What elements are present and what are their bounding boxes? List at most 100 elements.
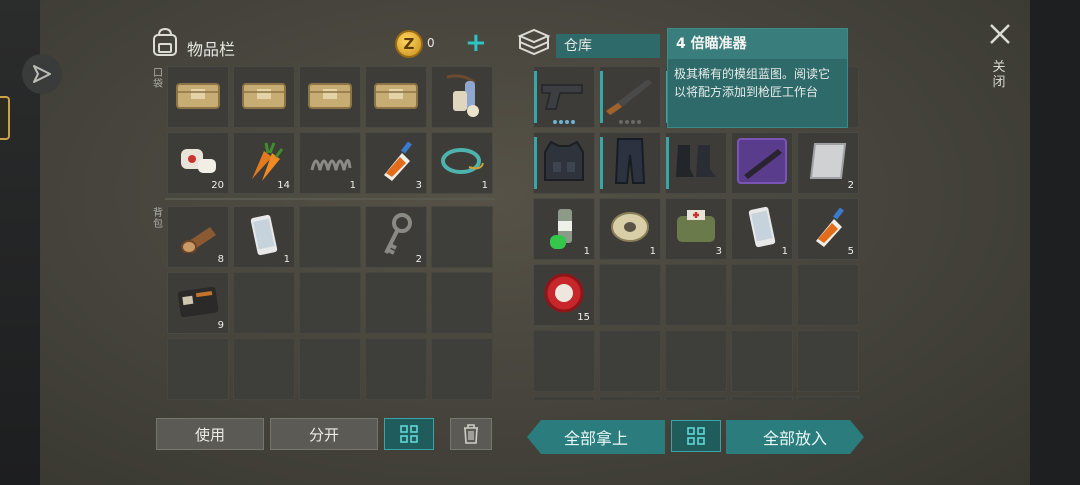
glue-icon bbox=[808, 205, 848, 253]
pocket-slot-first-aid-bandage[interactable]: 20 bbox=[167, 132, 229, 194]
close-label[interactable]: 关闭 bbox=[992, 60, 1006, 90]
pocket-slot-spring[interactable]: 1 bbox=[299, 132, 361, 194]
glue-icon bbox=[376, 139, 416, 187]
add-coins-button[interactable]: + bbox=[465, 28, 487, 58]
spray-can-icon bbox=[546, 203, 582, 255]
backpack-empty-slot[interactable] bbox=[299, 338, 361, 400]
item-count: 2 bbox=[415, 254, 422, 265]
backpack-empty-slot[interactable] bbox=[299, 206, 361, 268]
warehouse-empty-slot[interactable] bbox=[533, 396, 595, 400]
warehouse-slot-glue[interactable]: 5 bbox=[797, 198, 859, 260]
item-count: 5 bbox=[847, 246, 854, 257]
pocket-slot-bandage-roll[interactable] bbox=[431, 66, 493, 128]
warehouse-empty-slot[interactable] bbox=[731, 330, 793, 392]
warehouse-empty-slot[interactable] bbox=[731, 264, 793, 326]
grid-sort-icon bbox=[400, 425, 418, 443]
item-count: 1 bbox=[283, 254, 290, 265]
warehouse-empty-slot[interactable] bbox=[665, 396, 727, 400]
sort-warehouse-button[interactable] bbox=[671, 420, 721, 452]
item-count: 9 bbox=[217, 320, 224, 331]
backpack-empty-slot[interactable] bbox=[233, 338, 295, 400]
warehouse-empty-slot[interactable] bbox=[665, 264, 727, 326]
right-edge-strip bbox=[1030, 0, 1080, 485]
warehouse-empty-slot[interactable] bbox=[533, 330, 595, 392]
share-button[interactable] bbox=[22, 54, 62, 94]
durability-dots bbox=[553, 120, 575, 124]
coin-icon: Z bbox=[395, 30, 423, 58]
delete-button[interactable] bbox=[450, 418, 492, 450]
backpack-empty-slot[interactable] bbox=[431, 272, 493, 334]
backpack-slot-key[interactable]: 2 bbox=[365, 206, 427, 268]
inventory-title: 物品栏 bbox=[187, 40, 236, 59]
bandage-roll-icon bbox=[439, 71, 485, 123]
warehouse-empty-slot[interactable] bbox=[797, 396, 859, 400]
grid-sort-icon bbox=[687, 427, 705, 445]
warehouse-slot-thread-spool[interactable]: 1 bbox=[599, 198, 661, 260]
pocket-slot-glue[interactable]: 3 bbox=[365, 132, 427, 194]
pistol-icon bbox=[538, 75, 590, 119]
durability-dots bbox=[619, 120, 641, 124]
backpack-slot-phone[interactable]: 1 bbox=[233, 206, 295, 268]
warehouse-slot-phone[interactable]: 1 bbox=[731, 198, 793, 260]
metal-sheet-icon bbox=[807, 140, 849, 186]
warehouse-slot-shotgun[interactable] bbox=[599, 66, 661, 128]
log-icon bbox=[176, 217, 220, 257]
tactical-vest-icon bbox=[541, 138, 587, 188]
backpack-empty-slot[interactable] bbox=[431, 338, 493, 400]
backpack-empty-slot[interactable] bbox=[233, 272, 295, 334]
put-all-button[interactable]: 全部放入 bbox=[726, 420, 864, 454]
warehouse-empty-slot[interactable] bbox=[731, 396, 793, 400]
item-count: 1 bbox=[349, 180, 356, 191]
warehouse-empty-slot[interactable] bbox=[797, 264, 859, 326]
warehouse-slot-pistol[interactable] bbox=[533, 66, 595, 128]
backpack-empty-slot[interactable] bbox=[167, 338, 229, 400]
pocket-slot-crate[interactable] bbox=[299, 66, 361, 128]
warehouse-empty-slot[interactable] bbox=[599, 396, 661, 400]
close-button[interactable] bbox=[988, 22, 1012, 46]
pocket-slot-wire-coil[interactable]: 1 bbox=[431, 132, 493, 194]
warehouse-tab[interactable]: 仓库 bbox=[556, 34, 660, 58]
item-count: 1 bbox=[649, 246, 656, 257]
take-all-button[interactable]: 全部拿上 bbox=[527, 420, 665, 454]
backpack-empty-slot[interactable] bbox=[431, 206, 493, 268]
warehouse-empty-slot[interactable] bbox=[797, 330, 859, 392]
warehouse-empty-slot[interactable] bbox=[599, 330, 661, 392]
item-count: 3 bbox=[715, 246, 722, 257]
pocket-grid: 20 14 1 3 1 bbox=[167, 66, 493, 194]
warehouse-slot-metal-sheet[interactable]: 2 bbox=[797, 132, 859, 194]
warehouse-slot-tactical-vest[interactable] bbox=[533, 132, 595, 194]
backpack-label: 背包 bbox=[153, 208, 163, 230]
warehouse-icon bbox=[517, 26, 551, 58]
section-divider bbox=[165, 198, 495, 200]
pocket-slot-crate[interactable] bbox=[167, 66, 229, 128]
pocket-slot-carrot[interactable]: 14 bbox=[233, 132, 295, 194]
warehouse-slot-boots[interactable] bbox=[665, 132, 727, 194]
pocket-label: 口袋 bbox=[153, 68, 163, 90]
pocket-slot-crate[interactable] bbox=[365, 66, 427, 128]
warehouse-slot-tactical-pants[interactable] bbox=[599, 132, 661, 194]
crate-icon bbox=[174, 78, 222, 116]
crate-icon bbox=[306, 78, 354, 116]
side-quest-tab[interactable] bbox=[0, 96, 10, 140]
sort-inventory-button[interactable] bbox=[384, 418, 434, 450]
warehouse-slot-rifle-blueprint[interactable] bbox=[731, 132, 793, 194]
backpack-empty-slot[interactable] bbox=[365, 338, 427, 400]
warehouse-empty-slot[interactable] bbox=[665, 330, 727, 392]
warehouse-slot-bottle-cap[interactable]: 15 bbox=[533, 264, 595, 326]
backpack-slot-wallet[interactable]: 9 bbox=[167, 272, 229, 334]
backpack-empty-slot[interactable] bbox=[299, 272, 361, 334]
use-button[interactable]: 使用 bbox=[156, 418, 264, 450]
backpack-grid: 8 1 2 9 bbox=[167, 206, 493, 400]
backpack-empty-slot[interactable] bbox=[365, 272, 427, 334]
tooltip-description: 极其稀有的模组蓝图。阅读它以将配方添加到枪匠工作台 bbox=[674, 67, 831, 99]
pocket-slot-crate[interactable] bbox=[233, 66, 295, 128]
medkit-bag-icon bbox=[673, 206, 719, 252]
phone-icon bbox=[745, 205, 779, 253]
item-count: 14 bbox=[277, 180, 290, 191]
split-button[interactable]: 分开 bbox=[270, 418, 378, 450]
warehouse-empty-slot[interactable] bbox=[599, 264, 661, 326]
item-tooltip: 4 倍瞄准器 极其稀有的模组蓝图。阅读它以将配方添加到枪匠工作台 bbox=[667, 28, 848, 128]
warehouse-slot-spray-can[interactable]: 1 bbox=[533, 198, 595, 260]
backpack-slot-log[interactable]: 8 bbox=[167, 206, 229, 268]
warehouse-slot-medkit-bag[interactable]: 3 bbox=[665, 198, 727, 260]
